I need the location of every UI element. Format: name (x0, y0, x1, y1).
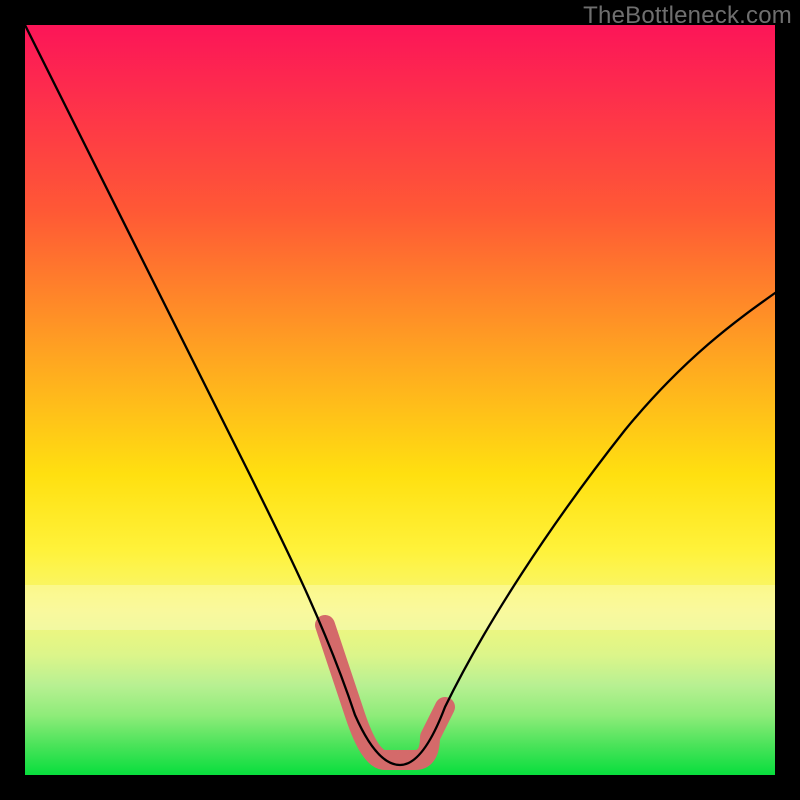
chart-frame: TheBottleneck.com (0, 0, 800, 800)
watermark-text: TheBottleneck.com (583, 2, 792, 30)
pale-band (25, 585, 775, 630)
flat-segment (325, 625, 445, 760)
plot-area (25, 25, 775, 775)
main-curve (25, 25, 775, 765)
curve-layer (25, 25, 775, 775)
